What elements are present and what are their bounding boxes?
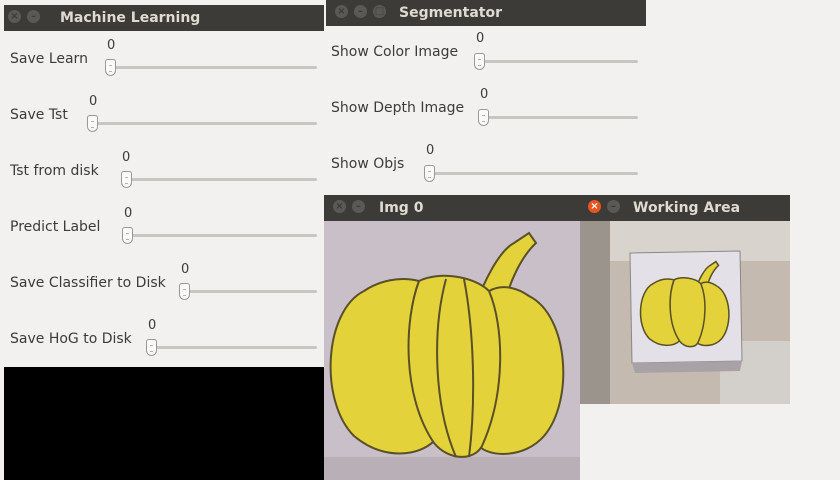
pumpkin-drawing bbox=[324, 221, 580, 480]
trackbar-label: Save Tst bbox=[10, 107, 68, 123]
slider-track[interactable] bbox=[108, 66, 317, 69]
machine-learning-titlebar: × – Machine Learning bbox=[4, 5, 324, 31]
slider-handle[interactable] bbox=[146, 339, 157, 356]
window-title: Segmentator bbox=[399, 5, 503, 21]
trackbar-value: 0 bbox=[480, 87, 489, 102]
close-icon[interactable]: × bbox=[333, 200, 346, 213]
window-title: Img 0 bbox=[379, 200, 424, 216]
segmentator-titlebar: × – □ Segmentator bbox=[326, 0, 646, 26]
trackbar-label: Tst from disk bbox=[10, 163, 99, 179]
img0-titlebar: × – Img 0 bbox=[324, 195, 580, 221]
window-title: Working Area bbox=[633, 200, 741, 216]
trackbar-value: 0 bbox=[476, 31, 485, 46]
segmentator-window: × – □ Segmentator Show Color Image 0 Sho… bbox=[326, 0, 646, 200]
machine-learning-window: × – Machine Learning Save Learn 0 Save T… bbox=[4, 5, 324, 480]
trackbar-label: Show Objs bbox=[331, 156, 405, 172]
img0-window: × – Img 0 bbox=[324, 195, 580, 480]
trackbar-value: 0 bbox=[426, 143, 435, 158]
segmentator-body: Show Color Image 0 Show Depth Image 0 Sh… bbox=[326, 26, 646, 200]
window-title: Machine Learning bbox=[60, 10, 201, 26]
slider-handle[interactable] bbox=[179, 283, 190, 300]
trackbar-label: Predict Label bbox=[10, 219, 101, 235]
trackbar-value: 0 bbox=[124, 206, 133, 221]
close-icon[interactable]: × bbox=[8, 10, 21, 23]
working-area-titlebar: × – Working Area bbox=[580, 195, 790, 221]
slider-handle[interactable] bbox=[105, 59, 116, 76]
slider-handle[interactable] bbox=[474, 53, 485, 70]
box-drawing bbox=[580, 221, 790, 404]
working-area-image bbox=[580, 221, 790, 404]
minimize-icon[interactable]: – bbox=[352, 200, 365, 213]
trackbar-label: Show Color Image bbox=[331, 44, 459, 60]
trackbar-label: Show Depth Image bbox=[331, 100, 465, 116]
minimize-icon[interactable]: – bbox=[27, 10, 40, 23]
slider-track[interactable] bbox=[125, 234, 317, 237]
pumpkin-image bbox=[324, 221, 580, 480]
slider-handle[interactable] bbox=[478, 109, 489, 126]
slider-track[interactable] bbox=[124, 178, 317, 181]
working-area-window: × – Working Area bbox=[580, 195, 790, 404]
maximize-icon[interactable]: □ bbox=[373, 5, 386, 18]
trackbar-value: 0 bbox=[181, 262, 190, 277]
trackbar-label: Save Classifier to Disk bbox=[10, 275, 166, 291]
minimize-icon[interactable]: – bbox=[354, 5, 367, 18]
slider-handle[interactable] bbox=[87, 115, 98, 132]
trackbar-value: 0 bbox=[89, 94, 98, 109]
trackbar-label: Save Learn bbox=[10, 51, 88, 67]
trackbar-value: 0 bbox=[107, 38, 116, 53]
slider-track[interactable] bbox=[476, 60, 638, 63]
trackbar-value: 0 bbox=[148, 318, 157, 333]
machine-learning-body: Save Learn 0 Save Tst 0 Tst from disk 0 … bbox=[4, 31, 324, 480]
trackbar-value: 0 bbox=[122, 150, 131, 165]
slider-track[interactable] bbox=[90, 122, 317, 125]
trackbar-label: Save HoG to Disk bbox=[10, 331, 132, 347]
slider-handle[interactable] bbox=[121, 171, 132, 188]
slider-handle[interactable] bbox=[424, 165, 435, 182]
close-icon[interactable]: × bbox=[588, 200, 601, 213]
image-display-area bbox=[4, 367, 324, 480]
slider-track[interactable] bbox=[182, 290, 317, 293]
slider-track[interactable] bbox=[426, 172, 638, 175]
slider-handle[interactable] bbox=[122, 227, 133, 244]
close-icon[interactable]: × bbox=[335, 5, 348, 18]
slider-track[interactable] bbox=[149, 346, 317, 349]
minimize-icon[interactable]: – bbox=[607, 200, 620, 213]
slider-track[interactable] bbox=[480, 116, 638, 119]
